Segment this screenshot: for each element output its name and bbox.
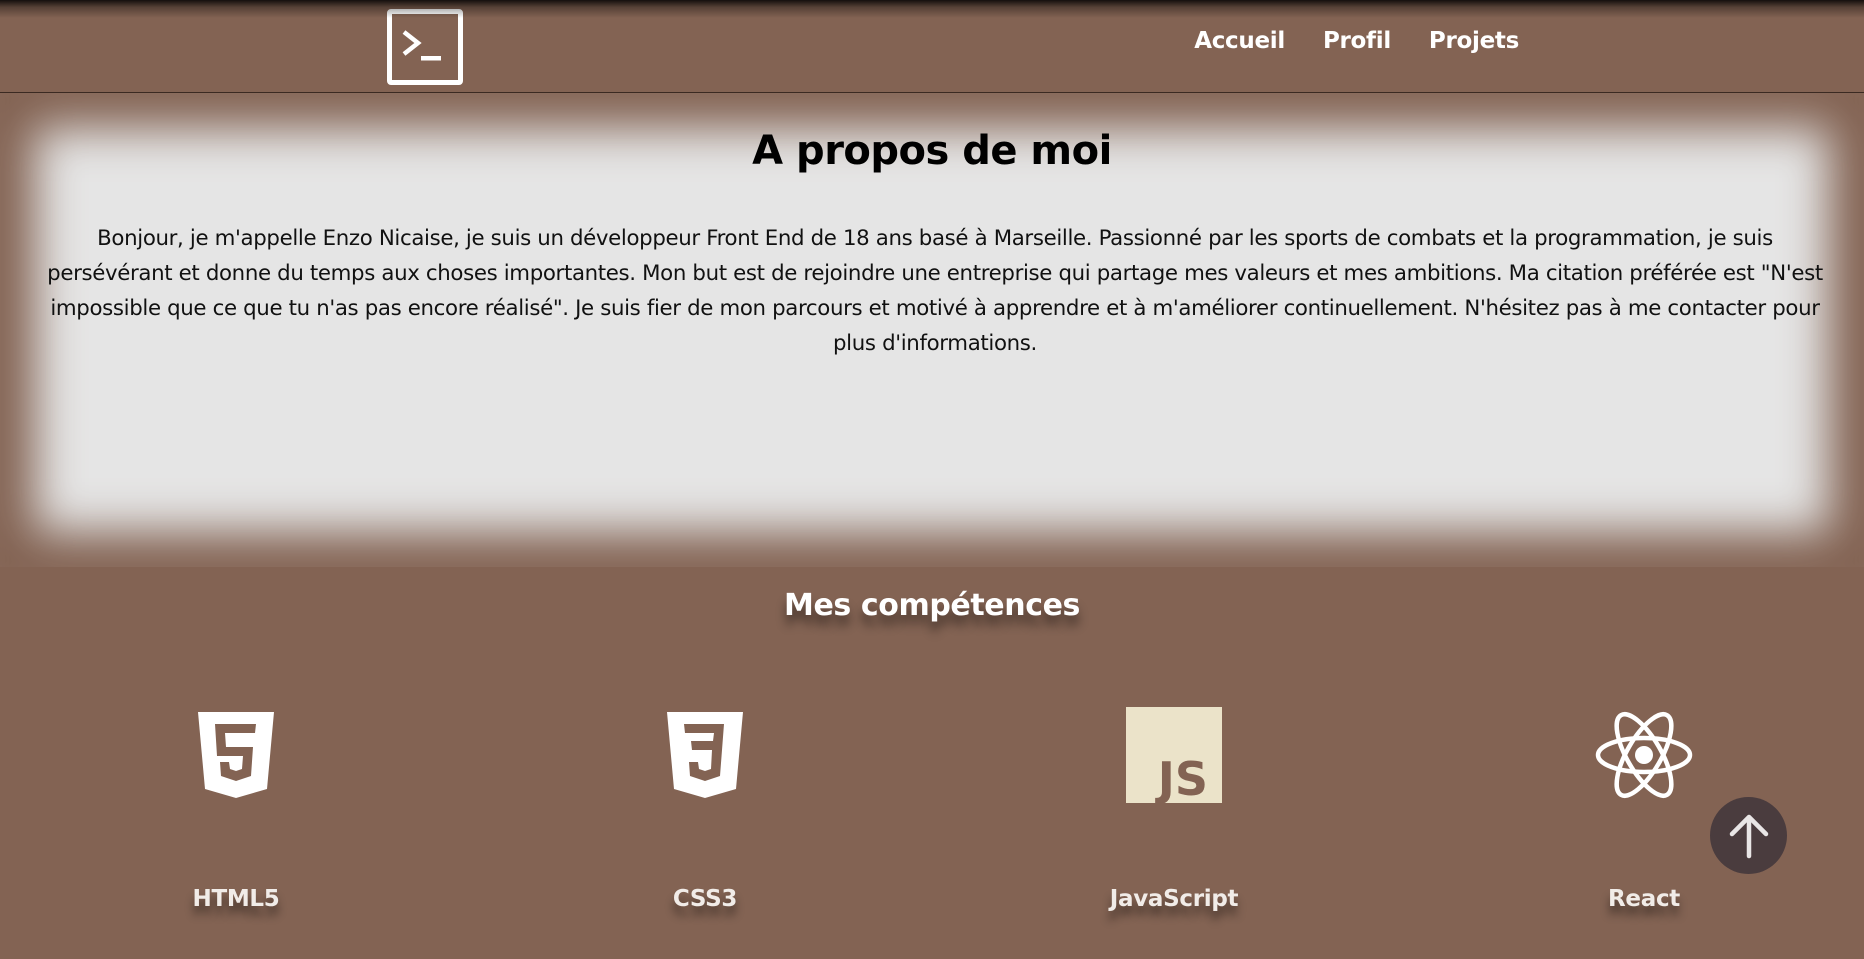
nav-menu: Accueil Profil Projets <box>1194 28 1519 54</box>
skill-label: CSS3 <box>672 886 738 912</box>
css3-icon <box>605 700 805 810</box>
skills-title: Mes compétences <box>783 588 1080 623</box>
javascript-icon: JS <box>1074 700 1274 810</box>
navbar: Accueil Profil Projets <box>0 0 1864 93</box>
skill-css3: CSS3 <box>605 700 805 912</box>
nav-link-projets[interactable]: Projets <box>1429 28 1519 54</box>
about-section: A propos de moi Bonjour, je m'appelle En… <box>0 93 1864 567</box>
arrow-up-icon <box>1729 814 1768 858</box>
scroll-top-button[interactable] <box>1710 797 1787 874</box>
skill-label: HTML5 <box>192 886 280 912</box>
nav-link-profil[interactable]: Profil <box>1323 28 1391 54</box>
about-title: A propos de moi <box>752 128 1112 174</box>
skill-react: React <box>1544 700 1744 912</box>
nav-link-accueil[interactable]: Accueil <box>1194 28 1285 54</box>
skill-label: JavaScript <box>1109 886 1239 912</box>
skill-label: React <box>1608 886 1680 912</box>
react-icon <box>1544 700 1744 810</box>
html5-icon <box>136 700 336 810</box>
svg-text:JS: JS <box>1155 752 1208 803</box>
skill-javascript: JS JavaScript <box>1074 700 1274 912</box>
terminal-icon[interactable] <box>387 9 463 85</box>
about-text: Bonjour, je m'appelle Enzo Nicaise, je s… <box>47 226 1823 356</box>
skill-html5: HTML5 <box>136 700 336 912</box>
